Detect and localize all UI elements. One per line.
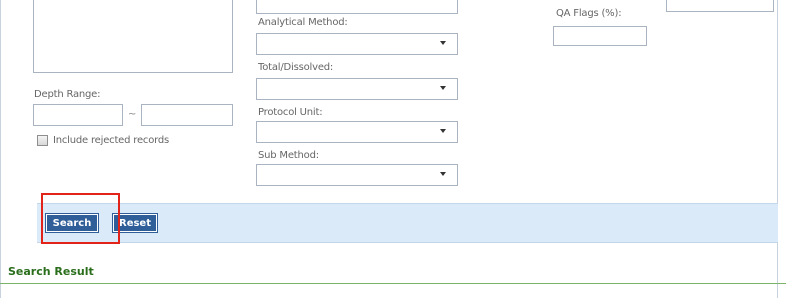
qa-flags-input[interactable] — [553, 26, 647, 46]
search-result-heading: Search Result — [8, 265, 94, 278]
chevron-down-icon — [440, 86, 446, 90]
total-dissolved-label: Total/Dissolved: — [258, 62, 334, 73]
highlight-box — [41, 193, 120, 244]
depth-range-label: Depth Range: — [34, 89, 101, 100]
multiselect-list[interactable] — [33, 0, 233, 73]
depth-range-from-input[interactable] — [33, 104, 123, 126]
protocol-unit-label: Protocol Unit: — [258, 107, 323, 118]
sub-method-label: Sub Method: — [258, 150, 319, 161]
total-dissolved-select[interactable] — [256, 78, 458, 100]
chevron-down-icon — [440, 129, 446, 133]
analytical-method-label: Analytical Method: — [258, 17, 348, 28]
action-toolbar: Search Reset — [37, 203, 778, 243]
protocol-unit-select[interactable] — [256, 121, 458, 143]
qa-flags-label: QA Flags (%): — [556, 8, 622, 19]
chevron-down-icon — [440, 172, 446, 176]
section-divider — [0, 283, 786, 284]
chevron-down-icon — [440, 41, 446, 45]
include-rejected-checkbox[interactable] — [37, 135, 48, 146]
depth-range-separator: ~ — [128, 109, 137, 120]
top-right-field-partial[interactable] — [666, 0, 774, 12]
depth-range-to-input[interactable] — [141, 104, 233, 126]
include-rejected-label: Include rejected records — [53, 135, 170, 146]
sub-method-select[interactable] — [256, 164, 458, 186]
top-field-partial[interactable] — [256, 0, 458, 14]
analytical-method-select[interactable] — [256, 33, 458, 55]
